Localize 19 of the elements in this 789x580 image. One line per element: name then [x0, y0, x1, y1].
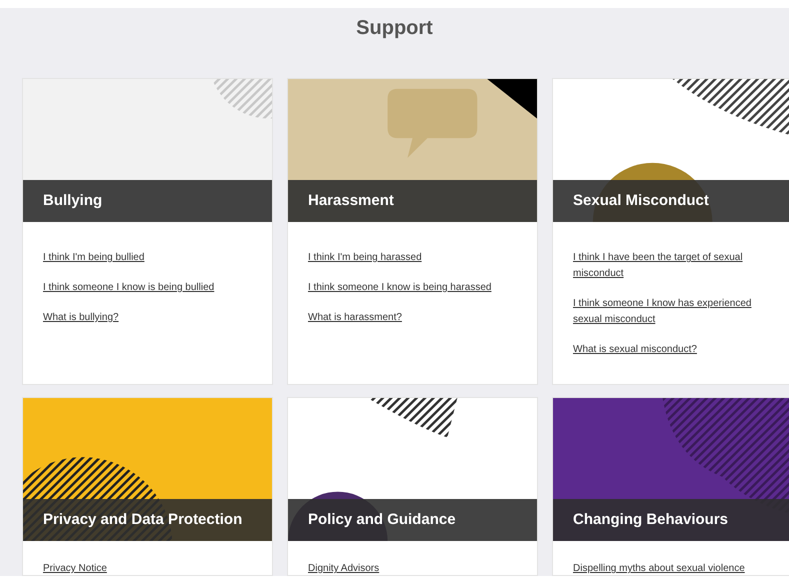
topic-link[interactable]: What is bullying? [43, 310, 252, 326]
card-title: Privacy and Data Protection [43, 510, 242, 530]
topic-link[interactable]: Dispelling myths about sexual violence [573, 563, 782, 575]
card-title: Harassment [308, 190, 394, 211]
topic-link[interactable]: Privacy Notice [43, 563, 252, 575]
card-title: Policy and Guidance [308, 510, 456, 530]
topic-link[interactable]: What is harassment? [308, 310, 517, 326]
card-title: Changing Behaviours [573, 510, 728, 530]
topic-link[interactable]: I think I'm being bullied [43, 250, 252, 266]
topic-link[interactable]: I think someone I know is being bullied [43, 280, 252, 296]
topic-link[interactable]: I think I'm being harassed [308, 250, 517, 266]
topic-link[interactable]: I think someone I know has experienced sexual misconduct [573, 296, 782, 328]
topic-link[interactable]: I think I have been the target of sexual misconduct [573, 250, 782, 282]
topic-link[interactable]: What is sexual misconduct? [573, 342, 782, 358]
card-title: Bullying [43, 190, 102, 211]
page-title: Support [356, 16, 433, 41]
card-title: Sexual Misconduct [573, 190, 709, 211]
topic-link[interactable]: I think someone I know is being harassed [308, 280, 517, 296]
topic-link[interactable]: Dignity Advisors [308, 563, 517, 575]
